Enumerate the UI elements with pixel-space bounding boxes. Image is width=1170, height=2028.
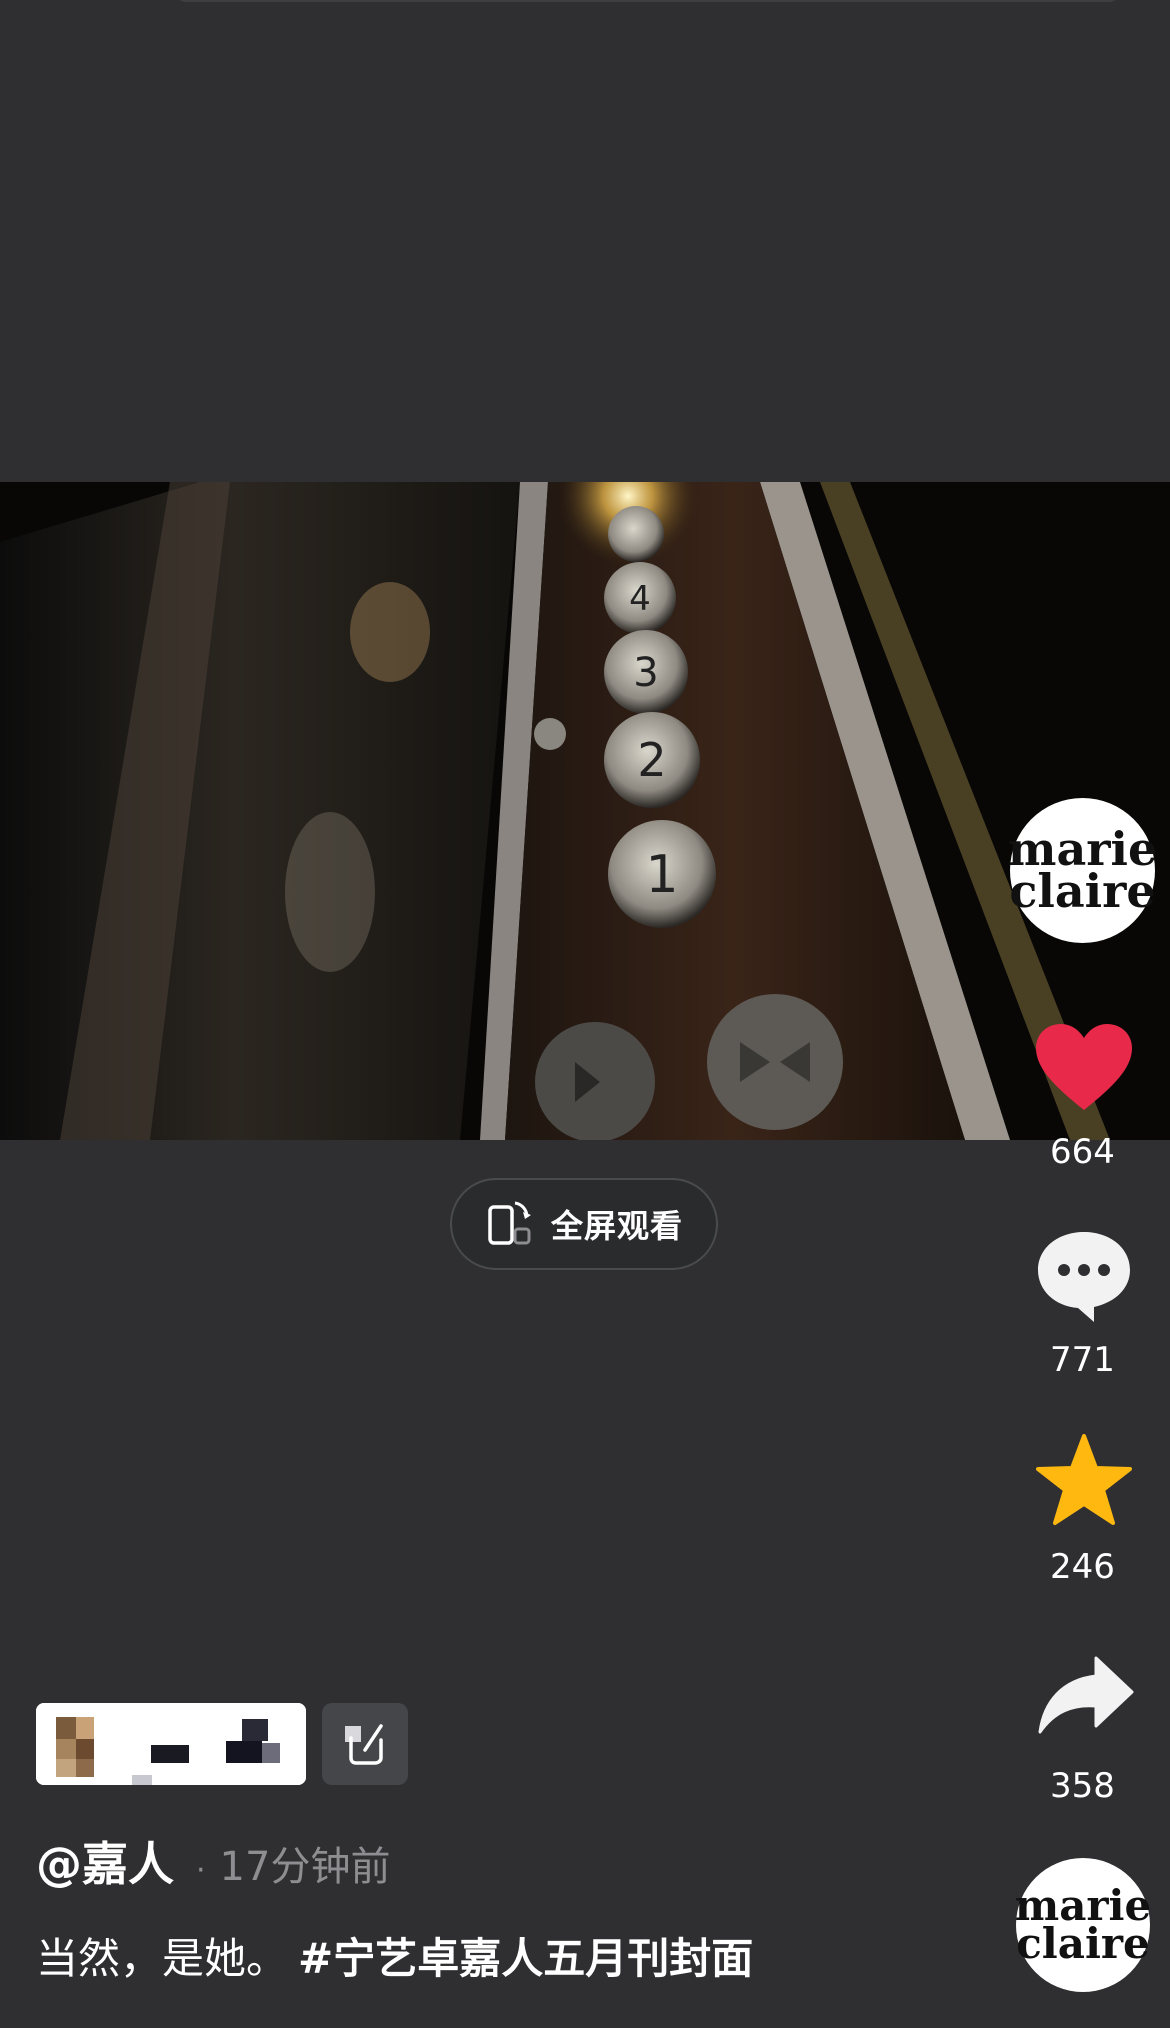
obscured-account-card[interactable] [36, 1703, 306, 1785]
video-feed-screen: 4 3 2 1 全屏观看 marie claire 664 771 246 35… [0, 0, 1170, 2028]
floor-button-3: 3 [633, 650, 658, 696]
share-icon [1038, 1656, 1134, 1738]
star-icon [1036, 1434, 1132, 1530]
author-name[interactable]: @嘉人 [36, 1828, 174, 1894]
brand-avatar[interactable]: marie claire [1008, 798, 1157, 943]
post-caption: 当然，是她。 #宁艺卓嘉人五月刊封面 [36, 1925, 753, 1986]
floor-button-4: 4 [629, 579, 651, 619]
floor-button-2: 2 [637, 733, 666, 787]
comment-button[interactable] [1034, 1228, 1134, 1328]
comment-icon [1034, 1232, 1134, 1328]
favorite-button[interactable] [1036, 1434, 1132, 1530]
top-bar-edge [175, 0, 1120, 2]
comment-count: 771 [1050, 1340, 1115, 1380]
like-count: 664 [1050, 1132, 1115, 1172]
fullscreen-label: 全屏观看 [550, 1207, 683, 1245]
post-time: 17分钟前 [219, 1844, 391, 1890]
like-button[interactable] [1034, 1022, 1134, 1118]
pixelated-thumbnail [36, 1703, 306, 1785]
heart-icon [1034, 1024, 1134, 1118]
post-meta: @嘉人 · 17分钟前 [36, 1828, 390, 1891]
floor-button-1: 1 [645, 845, 678, 905]
caption-text: 当然，是她。 [36, 1934, 289, 1983]
meta-separator: · [196, 1853, 206, 1888]
rotate-phone-icon [485, 1197, 535, 1251]
brand-logo-line2: claire [1009, 863, 1156, 918]
edit-button[interactable] [322, 1703, 408, 1785]
share-button[interactable] [1038, 1656, 1134, 1738]
fullscreen-button[interactable]: 全屏观看 [450, 1178, 718, 1270]
edit-icon [341, 1718, 389, 1770]
favorite-count: 246 [1050, 1547, 1115, 1587]
video-player[interactable]: 4 3 2 1 [0, 482, 1170, 1140]
music-disc-line2: claire [1016, 1919, 1150, 1968]
video-frame: 4 3 2 1 [0, 482, 1170, 1140]
music-disc[interactable]: marie claire [1015, 1858, 1151, 1992]
share-count: 358 [1050, 1766, 1115, 1806]
caption-hashtag[interactable]: #宁艺卓嘉人五月刊封面 [298, 1934, 753, 1983]
